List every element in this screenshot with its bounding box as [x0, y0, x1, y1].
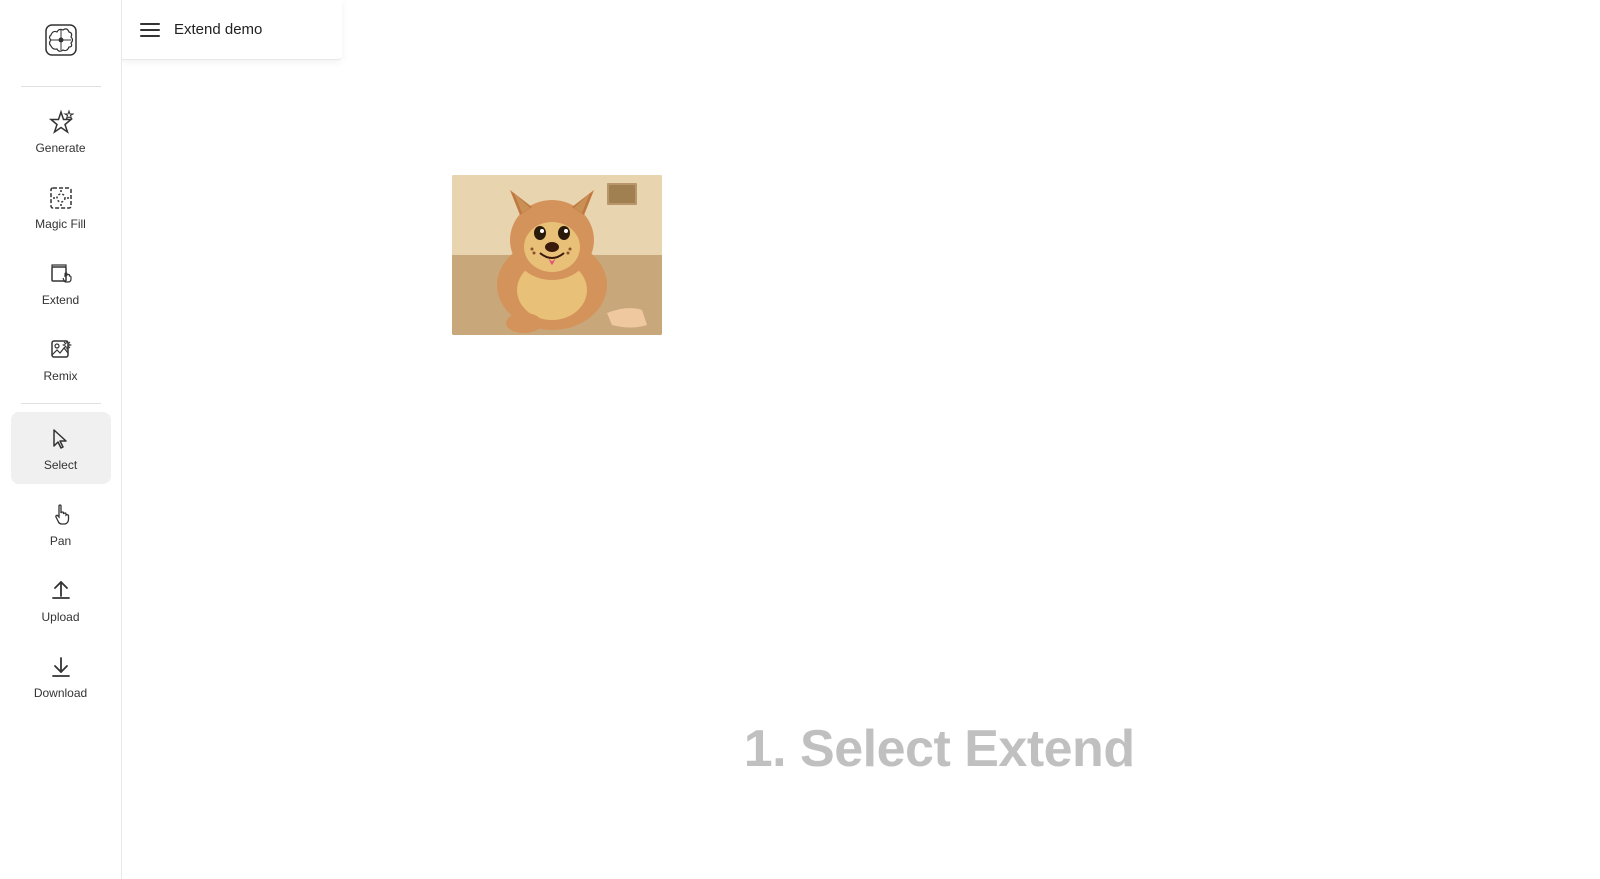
remix-icon: [47, 336, 75, 364]
sidebar-divider-mid: [21, 403, 101, 404]
sidebar-item-generate[interactable]: Generate: [11, 95, 111, 167]
sidebar-item-download-label: Download: [34, 686, 87, 700]
sidebar-item-upload[interactable]: Upload: [11, 564, 111, 636]
sidebar-item-magic-fill-label: Magic Fill: [35, 217, 86, 231]
topbar: Extend demo: [122, 0, 342, 60]
sidebar-item-upload-label: Upload: [41, 610, 79, 624]
sidebar-item-pan[interactable]: Pan: [11, 488, 111, 560]
pan-icon: [47, 501, 75, 529]
sidebar-item-pan-label: Pan: [50, 534, 71, 548]
generate-icon: [47, 108, 75, 136]
sidebar-divider-top: [21, 86, 101, 87]
canvas-image[interactable]: [452, 175, 662, 335]
hamburger-menu-button[interactable]: [140, 23, 160, 37]
topbar-title: Extend demo: [174, 21, 262, 38]
main-canvas: 1. Select Extend: [122, 0, 1600, 879]
instruction-text: 1. Select Extend: [744, 719, 1135, 779]
sidebar-item-select-label: Select: [44, 458, 77, 472]
logo-icon: [41, 20, 81, 60]
logo-area: [0, 10, 122, 70]
sidebar-item-generate-label: Generate: [35, 141, 85, 155]
download-icon: [47, 653, 75, 681]
sidebar-item-select[interactable]: Select: [11, 412, 111, 484]
sidebar-item-download[interactable]: Download: [11, 640, 111, 712]
upload-icon: [47, 577, 75, 605]
sidebar-item-extend-label: Extend: [42, 293, 79, 307]
extend-icon: [47, 260, 75, 288]
sidebar-item-extend[interactable]: Extend: [11, 247, 111, 319]
sidebar: Generate Magic Fill Exten: [0, 0, 122, 879]
select-icon: [47, 425, 75, 453]
sidebar-item-remix[interactable]: Remix: [11, 323, 111, 395]
sidebar-item-magic-fill[interactable]: Magic Fill: [11, 171, 111, 243]
magic-fill-icon: [47, 184, 75, 212]
sidebar-item-remix-label: Remix: [43, 369, 77, 383]
